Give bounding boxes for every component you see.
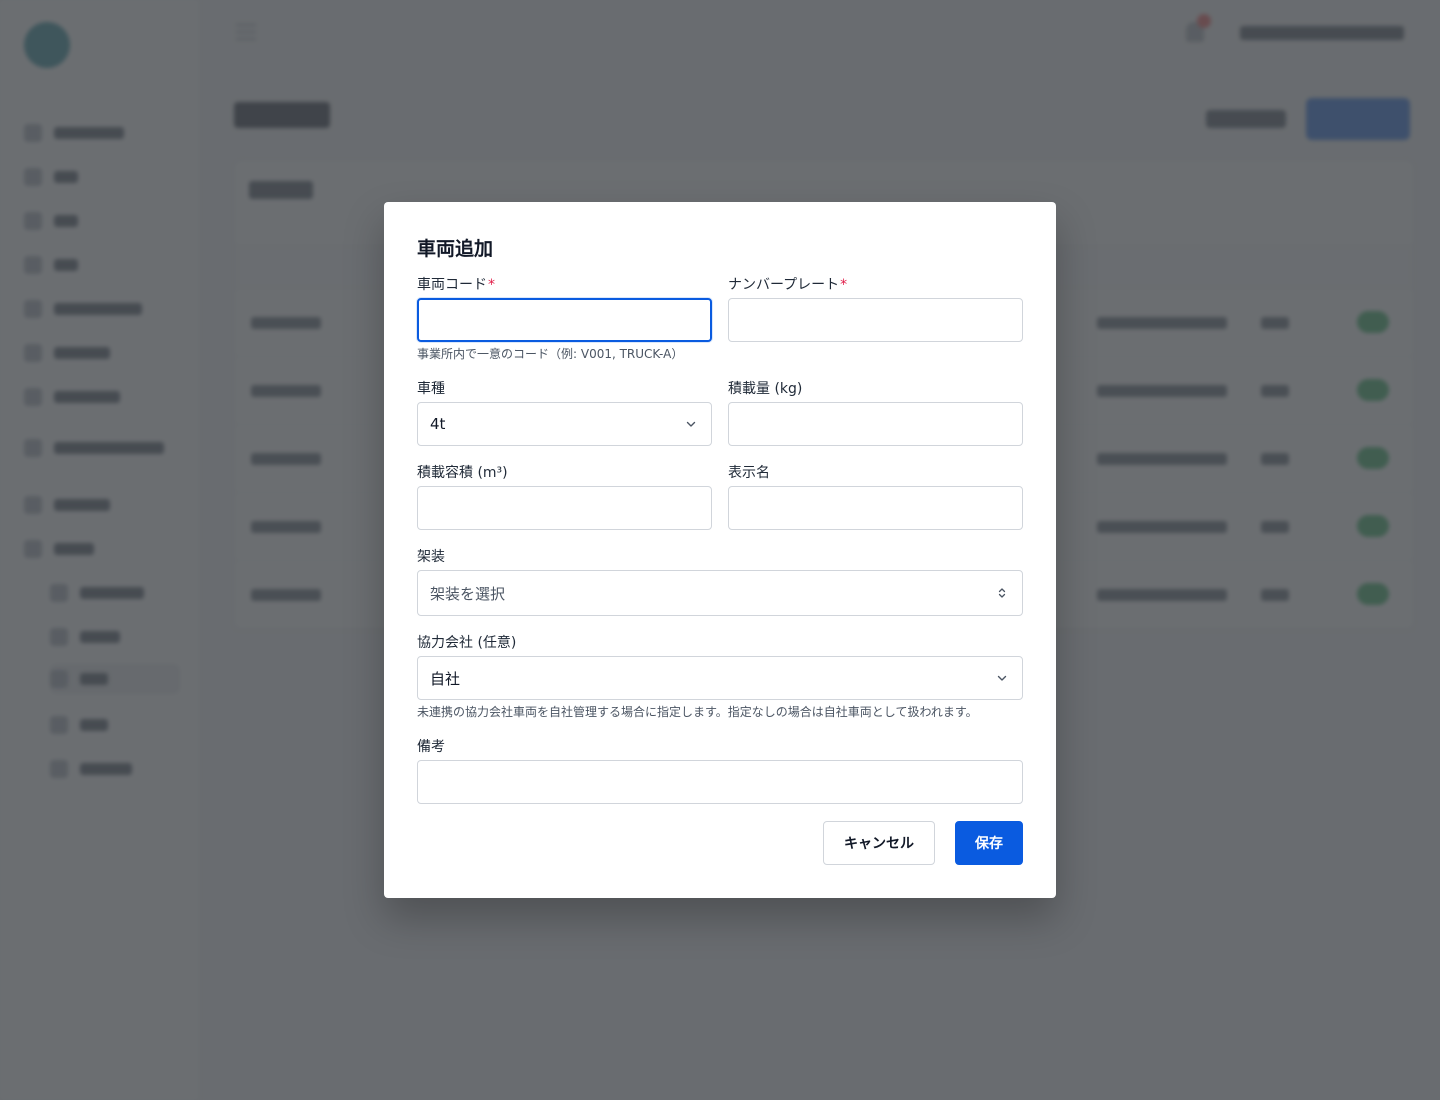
load-volume-label: 積載容積 (m³) — [417, 465, 508, 481]
vehicle-code-help: 事業所内で一意のコード（例: V001, TRUCK-A） — [417, 347, 684, 361]
chevron-down-icon — [997, 675, 1007, 681]
display-name-field: 表示名 — [728, 464, 1023, 530]
chevron-up-down-icon — [998, 588, 1006, 598]
vehicle-code-field: 車両コード* 事業所内で一意のコード（例: V001, TRUCK-A） — [417, 276, 712, 362]
required-mark: * — [840, 277, 848, 293]
body-type-combobox[interactable]: 架装を選択 — [417, 570, 1023, 616]
vehicle-type-field: 車種 4t — [417, 380, 712, 446]
vehicle-type-label: 車種 — [417, 381, 445, 397]
display-name-label: 表示名 — [728, 465, 770, 481]
body-type-label: 架装 — [417, 549, 445, 565]
body-type-field: 架装 架装を選択 — [417, 548, 1023, 616]
partner-company-help: 未連携の協力会社車両を自社管理する場合に指定します。指定なしの場合は自社車両とし… — [417, 705, 978, 719]
load-capacity-field: 積載量 (kg) — [728, 380, 1023, 446]
chevron-down-icon — [686, 421, 696, 427]
number-plate-label: ナンバープレート* — [728, 277, 848, 293]
partner-company-label: 協力会社 (任意) — [417, 635, 517, 651]
vehicle-type-select[interactable]: 4t — [417, 402, 712, 446]
vehicle-code-label: 車両コード* — [417, 277, 495, 293]
partner-company-select[interactable]: 自社 — [417, 656, 1023, 700]
save-button[interactable]: 保存 — [955, 821, 1023, 865]
required-mark: * — [488, 277, 495, 293]
number-plate-input[interactable] — [728, 298, 1023, 342]
partner-company-value: 自社 — [430, 669, 461, 688]
vehicle-code-input[interactable] — [417, 298, 712, 342]
load-volume-input[interactable] — [417, 486, 712, 530]
partner-company-field: 協力会社 (任意) 自社 未連携の協力会社車両を自社管理する場合に指定します。指… — [417, 634, 1023, 720]
display-name-input[interactable] — [728, 486, 1023, 530]
dialog-title: 車両追加 — [417, 238, 494, 260]
add-vehicle-dialog: 車両追加 車両コード* 事業所内で一意のコード（例: V001, TRUCK-A… — [384, 202, 1056, 898]
load-capacity-label: 積載量 (kg) — [728, 381, 803, 397]
notes-field: 備考 — [417, 738, 1023, 804]
notes-input[interactable] — [417, 760, 1023, 804]
vehicle-type-value: 4t — [430, 415, 446, 433]
load-capacity-input[interactable] — [728, 402, 1023, 446]
notes-label: 備考 — [417, 739, 445, 755]
cancel-button[interactable]: キャンセル — [823, 821, 935, 865]
body-type-placeholder: 架装を選択 — [430, 584, 506, 603]
number-plate-field: ナンバープレート* — [728, 276, 1023, 342]
load-volume-field: 積載容積 (m³) — [417, 464, 712, 530]
